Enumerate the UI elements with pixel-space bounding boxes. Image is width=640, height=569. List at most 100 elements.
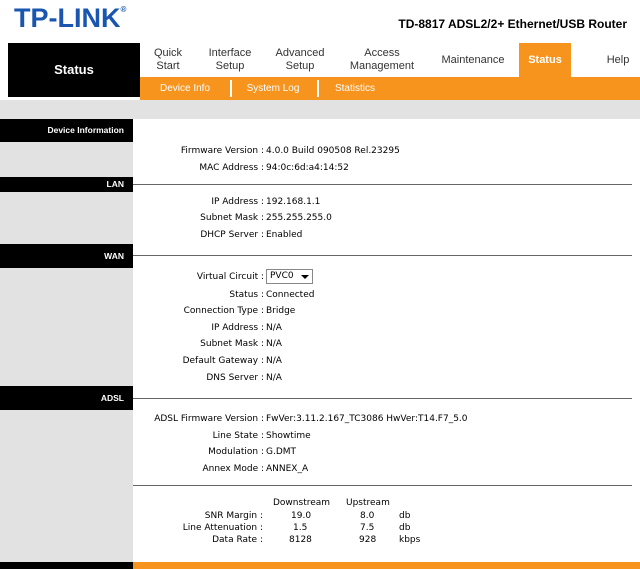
annex-mode-label: Annex Mode : <box>202 464 264 474</box>
firmware-value: 4.0.0 Build 090508 Rel.23295 <box>266 146 400 156</box>
mac-value: 94:0c:6d:a4:14:52 <box>266 163 349 173</box>
subnav-divider <box>317 80 319 97</box>
lan-ip-row: IP Address : 192.168.1.1 <box>133 197 640 211</box>
snr-margin-label: SNR Margin : <box>204 511 263 521</box>
nav-access-management-line1: Access <box>364 47 400 59</box>
line-attenuation-up: 7.5 <box>360 523 375 533</box>
mac-label: MAC Address : <box>199 163 264 173</box>
nav-maintenance-label: Maintenance <box>441 53 505 66</box>
mac-row: MAC Address : 94:0c:6d:a4:14:52 <box>133 163 640 177</box>
nav-interface-setup[interactable]: Interface Setup <box>200 43 260 77</box>
stats-header-downstream: Downstream <box>273 498 331 508</box>
annex-mode-row: Annex Mode : ANNEX_A <box>133 464 640 478</box>
data-rate-down: 8128 <box>289 535 312 545</box>
nav-access-management-line2: Management <box>349 60 415 72</box>
wan-status-value: Connected <box>266 290 315 300</box>
section-lan: LAN <box>0 177 133 192</box>
nav-advanced-setup[interactable]: Advanced Setup <box>268 43 332 77</box>
adsl-firmware-row: ADSL Firmware Version : FwVer:3.11.2.167… <box>133 414 640 428</box>
connection-type-value: Bridge <box>266 306 296 316</box>
firmware-label: Firmware Version : <box>180 146 264 156</box>
section-wan: WAN <box>0 244 133 268</box>
line-state-row: Line State : Showtime <box>133 431 640 445</box>
line-state-value: Showtime <box>266 431 311 441</box>
adsl-firmware-label: ADSL Firmware Version : <box>154 414 264 424</box>
nav-interface-setup-line2: Setup <box>215 60 245 72</box>
subnav-device-info[interactable]: Device Info <box>146 77 224 100</box>
data-rate-up: 928 <box>359 535 377 545</box>
nav-help[interactable]: Help <box>598 43 638 77</box>
nav-quick-start-line2: Start <box>156 60 180 72</box>
nav-maintenance[interactable]: Maintenance <box>432 43 514 77</box>
wan-mask-label: Subnet Mask : <box>200 339 264 349</box>
model-name: TD-8817 ADSL2/2+ Ethernet/USB Router <box>398 17 627 31</box>
line-attenuation-label: Line Attenuation : <box>182 523 263 533</box>
modulation-value: G.DMT <box>266 447 297 457</box>
section-device-information: Device Information <box>0 119 133 142</box>
nav-advanced-setup-line2: Setup <box>285 60 315 72</box>
nav-status[interactable]: Status <box>519 43 571 77</box>
nav-interface-setup-line1: Interface <box>208 47 252 59</box>
nav-advanced-setup-line1: Advanced <box>275 47 325 59</box>
section-adsl: ADSL <box>0 386 133 410</box>
sub-nav: Device Info System Log Statistics <box>140 77 640 100</box>
lan-ip-label: IP Address : <box>211 197 264 207</box>
wan-status-row: Status : Connected <box>133 290 640 304</box>
divider-wan <box>133 255 632 256</box>
chevron-down-icon <box>301 275 309 279</box>
gateway-label: Default Gateway : <box>182 356 264 366</box>
modulation-label: Modulation : <box>208 447 264 457</box>
wan-ip-label: IP Address : <box>211 323 264 333</box>
virtual-circuit-select[interactable]: PVC0 <box>266 269 313 284</box>
line-attenuation-unit: db <box>399 523 411 533</box>
nav-access-management[interactable]: Access Management <box>340 43 424 77</box>
header: TP-LINK® TD-8817 ADSL2/2+ Ethernet/USB R… <box>0 0 640 42</box>
current-section-title: Status <box>8 43 140 97</box>
tp-link-logo: TP-LINK® <box>14 3 126 34</box>
left-column <box>0 100 133 569</box>
lan-mask-value: 255.255.255.0 <box>266 213 332 223</box>
snr-margin-up: 8.0 <box>360 511 375 521</box>
wan-mask-value: N/A <box>266 339 282 349</box>
wan-ip-row: IP Address : N/A <box>133 323 640 337</box>
content-top-bar <box>133 100 640 119</box>
registered-mark: ® <box>120 5 127 14</box>
dns-label: DNS Server : <box>206 373 264 383</box>
dhcp-value: Enabled <box>266 230 303 240</box>
firmware-row: Firmware Version : 4.0.0 Build 090508 Re… <box>133 146 640 160</box>
wan-mask-row: Subnet Mask : N/A <box>133 339 640 353</box>
nav-quick-start[interactable]: Quick Start <box>144 43 192 77</box>
wan-ip-value: N/A <box>266 323 282 333</box>
connection-type-row: Connection Type : Bridge <box>133 306 640 320</box>
subnav-system-log[interactable]: System Log <box>234 77 312 100</box>
divider-adsl <box>133 398 632 399</box>
snr-margin-unit: db <box>399 511 411 521</box>
snr-margin-down: 19.0 <box>291 511 312 521</box>
line-attenuation-down: 1.5 <box>293 523 308 533</box>
gateway-row: Default Gateway : N/A <box>133 356 640 370</box>
nav-status-label: Status <box>528 53 562 66</box>
nav-help-label: Help <box>606 53 630 66</box>
subnav-statistics[interactable]: Statistics <box>320 77 390 100</box>
data-rate-unit: kbps <box>399 535 421 545</box>
divider-lan <box>133 184 632 185</box>
dns-row: DNS Server : N/A <box>133 373 640 387</box>
data-rate-label: Data Rate : <box>212 535 263 545</box>
adsl-stats-table: Downstream Upstream SNR Margin : 19.0 8.… <box>133 485 640 560</box>
modulation-row: Modulation : G.DMT <box>133 447 640 461</box>
dhcp-row: DHCP Server : Enabled <box>133 230 640 244</box>
virtual-circuit-value: PVC0 <box>270 271 294 281</box>
dns-value: N/A <box>266 373 282 383</box>
main-nav: Status Quick Start Interface Setup Advance… <box>8 43 640 97</box>
footer-left-bar <box>0 562 133 569</box>
nav-quick-start-line1: Quick <box>153 47 183 59</box>
lan-ip-value: 192.168.1.1 <box>266 197 321 207</box>
subnav-divider <box>230 80 232 97</box>
stats-header-upstream: Upstream <box>346 498 390 508</box>
virtual-circuit-row: Virtual Circuit : <box>133 272 640 286</box>
gateway-value: N/A <box>266 356 282 366</box>
lan-mask-row: Subnet Mask : 255.255.255.0 <box>133 213 640 227</box>
logo-text: TP-LINK <box>14 3 121 33</box>
wan-status-label: Status : <box>229 290 264 300</box>
footer-bar <box>133 562 640 569</box>
